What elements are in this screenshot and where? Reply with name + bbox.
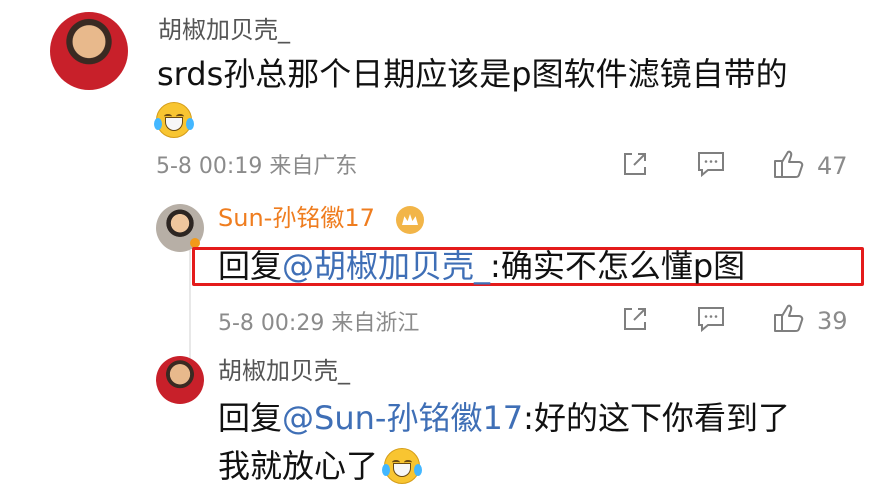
reply-1-username[interactable]: Sun-孙铭徽17	[218, 204, 375, 232]
comment-emoji	[154, 102, 194, 138]
comment-text: srds孙总那个日期应该是p图软件滤镜自带的	[157, 55, 788, 93]
laughing-emoji-icon	[154, 102, 194, 138]
reply-thread-line	[189, 250, 191, 360]
reply-2-content-line-1: 回复@Sun-孙铭徽17:好的这下你看到了	[218, 398, 790, 438]
reply-2-content-line-2: 我就放心了	[218, 446, 423, 486]
vip-crown-icon	[396, 206, 424, 234]
comment-icon[interactable]	[697, 151, 725, 177]
reply-prefix: 回复	[218, 247, 283, 285]
comment-meta: 5-8 00:19 来自广东	[156, 154, 358, 179]
reply-1-meta: 5-8 00:29 来自浙江	[218, 311, 420, 336]
reply-1-like-count: 39	[817, 307, 848, 335]
reply-text: :确实不怎么懂p图	[490, 247, 746, 285]
comment-username[interactable]: 胡椒加贝壳_	[158, 16, 290, 44]
like-icon[interactable]	[773, 303, 805, 333]
reply-2-prefix: 回复	[218, 399, 283, 437]
avatar-main-comment[interactable]	[50, 12, 128, 90]
comment-like-count: 47	[817, 152, 848, 180]
avatar-reply-2[interactable]	[156, 356, 204, 404]
reply-2-username[interactable]: 胡椒加贝壳_	[218, 357, 350, 385]
reply-2-text-line-2: 我就放心了	[218, 447, 379, 485]
comment-icon[interactable]	[697, 306, 725, 332]
share-icon[interactable]	[622, 306, 648, 332]
reply-2-mention-link[interactable]: @Sun-孙铭徽17	[282, 399, 523, 437]
reply-2-text-line-1: :好的这下你看到了	[523, 399, 790, 437]
reply-mention-link[interactable]: @胡椒加贝壳_	[282, 247, 490, 285]
share-icon[interactable]	[622, 151, 648, 177]
reply-1-content: 回复@胡椒加贝壳_:确实不怎么懂p图	[218, 246, 745, 286]
like-icon[interactable]	[773, 149, 805, 179]
laughing-emoji-icon	[382, 448, 423, 484]
